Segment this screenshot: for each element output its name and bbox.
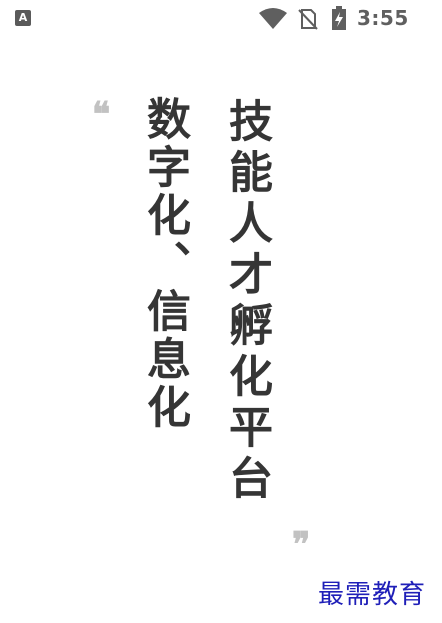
watermark-text: 最需教育: [318, 580, 427, 610]
opening-quote-mark: ❝: [92, 95, 111, 135]
splash-screen: A 3:55 ❝ 技能人才孵化平台 数字化、信息化 ❞ 最需教育: [0, 0, 442, 623]
closing-quote-mark: ❞: [292, 525, 311, 565]
wifi-icon: [259, 8, 287, 29]
app-notification-icon: A: [15, 10, 31, 26]
no-sim-icon: [298, 9, 318, 30]
battery-charging-icon: [332, 6, 346, 30]
title-vertical-main: 技能人才孵化平台: [221, 98, 272, 506]
notification-letter: A: [18, 11, 28, 24]
title-vertical-secondary: 数字化、信息化: [139, 96, 190, 432]
status-bar: A 3:55: [0, 0, 442, 38]
status-clock: 3:55: [357, 6, 409, 30]
